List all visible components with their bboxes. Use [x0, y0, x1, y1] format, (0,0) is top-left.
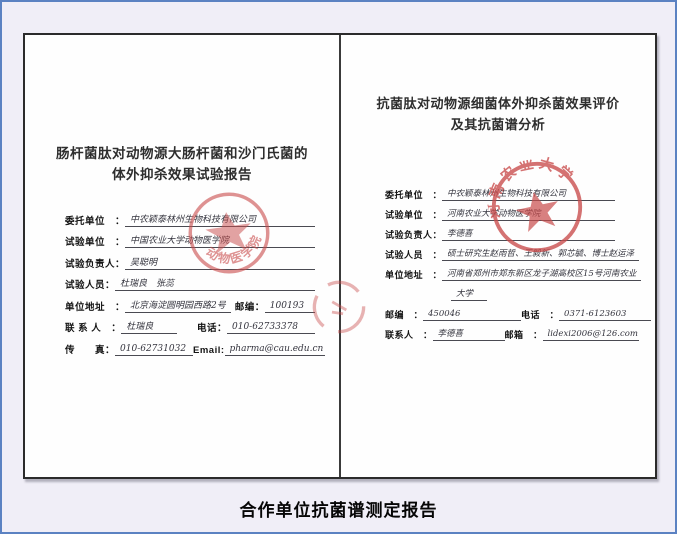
field-row-test-staff: 试验人员 ： 硕士研究生赵雨哲、王毅新、郭芯毓、博士赵运泽	[385, 241, 615, 261]
field-row-address-continued: 大学	[451, 281, 615, 301]
field-value-continued: 大学	[451, 287, 487, 301]
field-label: 邮编 ：	[385, 308, 423, 321]
field-label: 委托单位 ：	[65, 213, 125, 227]
right-title-line1: 抗菌肽对动物源细菌体外抑杀菌效果评价	[341, 93, 655, 114]
left-report-title: 肠杆菌肽对动物源大肠杆菌和沙门氏菌的 体外抑杀效果试验报告	[25, 143, 339, 185]
field-row-postcode-phone: 邮编 ： 450046 电话 ： 0371-6123603	[385, 301, 615, 321]
field-label: 联系人 ：	[385, 328, 433, 341]
left-report-fields: 委托单位 ： 中农颖泰林州生物科技有限公司 试验单位 ： 中国农业大学动物医学院…	[65, 205, 315, 356]
field-value-postcode: 100193	[265, 301, 315, 313]
underline-fill	[261, 226, 315, 227]
field-label: 试验负责人：	[65, 256, 125, 270]
left-report-page: 肠杆菌肽对动物源大肠杆菌和沙门氏菌的 体外抑杀效果试验报告 委托单位 ： 中农颖…	[25, 35, 339, 477]
field-value: 010-62731032	[115, 344, 193, 356]
field-value: 北京海淀圆明园西路2号	[125, 298, 231, 313]
field-value: 杜瑞良 张蕊	[115, 276, 185, 291]
right-report-title: 抗菌肽对动物源细菌体外抑杀菌效果评价 及其抗菌谱分析	[341, 93, 655, 135]
field-row-entrusting-unit: 委托单位 ： 中农颖泰林州生物科技有限公司	[385, 181, 615, 201]
scanned-pages: 肠杆菌肽对动物源大肠杆菌和沙门氏菌的 体外抑杀效果试验报告 委托单位 ： 中农颖…	[23, 33, 657, 479]
figure-caption: 合作单位抗菌谱测定报告	[2, 496, 675, 521]
field-label: 委托单位 ：	[385, 188, 442, 201]
field-label: 试验负责人：	[385, 228, 442, 241]
field-label-phone: 电话 ：	[521, 308, 559, 321]
field-row-contact-email: 联系人 ： 李德喜 邮箱 ： lidexi2006@126.com	[385, 321, 615, 341]
field-label: 试验人员：	[65, 277, 115, 291]
field-label-email: 邮箱 ：	[505, 328, 543, 341]
field-label: 试验单位 ：	[385, 208, 442, 221]
field-row-unit-address: 单位地址 ： 北京海淀圆明园西路2号 邮编： 100193	[65, 291, 315, 313]
field-row-unit-address: 单位地址 ： 河南省郑州市郑东新区龙子湖高校区15号河南农业	[385, 261, 615, 281]
field-label: 单位地址 ：	[65, 299, 125, 313]
field-label: 传 真：	[65, 342, 115, 356]
field-value: 杜瑞良	[121, 319, 177, 334]
field-row-contact: 联 系 人 ： 杜瑞良 电话： 010-62733378	[65, 313, 315, 335]
field-value-phone: 010-62733378	[227, 322, 315, 334]
field-label: 试验单位 ：	[65, 234, 125, 248]
field-row-fax-email: 传 真： 010-62731032 Email: pharma@cau.edu.…	[65, 334, 315, 356]
right-title-line2: 及其抗菌谱分析	[341, 114, 655, 135]
field-row-test-unit: 试验单位 ： 河南农业大学动物医学院	[385, 201, 615, 221]
field-value-email: pharma@cau.edu.cn	[225, 344, 325, 356]
field-row-test-staff: 试验人员： 杜瑞良 张蕊	[65, 270, 315, 292]
field-value: 450046	[423, 309, 521, 321]
field-value: 中国农业大学动物医学院	[125, 233, 234, 248]
cooperation-report-figure: 肠杆菌肽对动物源大肠杆菌和沙门氏菌的 体外抑杀效果试验报告 委托单位 ： 中农颖…	[0, 0, 677, 534]
right-report-page: 抗菌肽对动物源细菌体外抑杀菌效果评价 及其抗菌谱分析 委托单位 ： 中农颖泰林州…	[339, 35, 655, 477]
field-value: 中农颖泰林州生物科技有限公司	[125, 212, 261, 227]
left-title-line2: 体外抑杀效果试验报告	[25, 164, 339, 185]
underline-fill	[494, 240, 615, 241]
field-label: 单位地址 ：	[385, 268, 442, 281]
field-label-email: Email:	[193, 345, 225, 356]
field-value: 河南农业大学动物医学院	[442, 207, 546, 221]
field-value: 河南省郑州市郑东新区龙子湖高校区15号河南农业	[442, 267, 641, 281]
field-value: 李德喜	[442, 227, 494, 241]
field-label-postcode: 邮编：	[235, 299, 265, 313]
field-row-test-leader: 试验负责人： 吴聪明	[65, 248, 315, 270]
underline-fill	[234, 247, 315, 248]
field-row-entrusting-unit: 委托单位 ： 中农颖泰林州生物科技有限公司	[65, 205, 315, 227]
field-value: 硕士研究生赵雨哲、王毅新、郭芯毓、博士赵运泽	[442, 247, 639, 261]
underline-fill	[183, 269, 315, 270]
left-title-line1: 肠杆菌肽对动物源大肠杆菌和沙门氏菌的	[25, 143, 339, 164]
field-row-test-leader: 试验负责人： 李德喜	[385, 221, 615, 241]
field-label: 试验人员 ：	[385, 248, 442, 261]
right-report-fields: 委托单位 ： 中农颖泰林州生物科技有限公司 试验单位 ： 河南农业大学动物医学院…	[385, 181, 615, 341]
field-label-phone: 电话：	[197, 320, 227, 334]
field-value: 吴聪明	[125, 255, 183, 270]
underline-fill	[571, 200, 615, 201]
field-row-test-unit: 试验单位 ： 中国农业大学动物医学院	[65, 227, 315, 249]
field-label: 联 系 人 ：	[65, 320, 121, 334]
field-value-phone: 0371-6123603	[559, 309, 651, 321]
underline-fill	[185, 290, 315, 291]
field-value: 李德喜	[433, 327, 505, 341]
underline-fill	[546, 220, 615, 221]
field-value: 中农颖泰林州生物科技有限公司	[442, 187, 571, 201]
field-value-email: lidexi2006@126.com	[543, 329, 639, 341]
